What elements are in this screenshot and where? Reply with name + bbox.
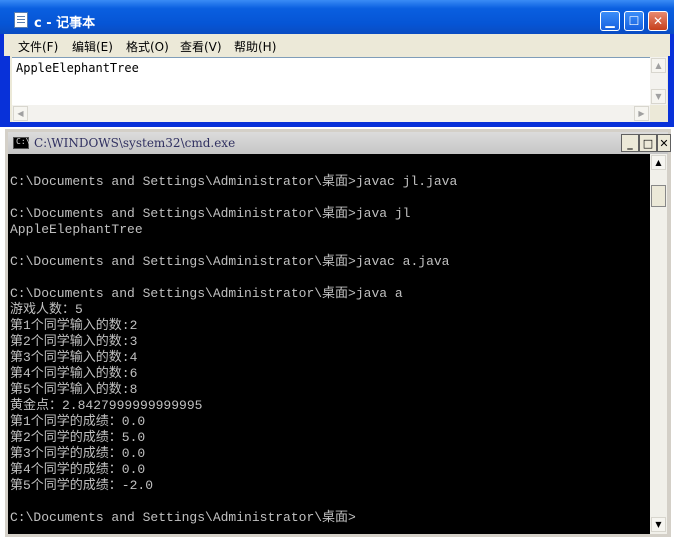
scroll-thumb[interactable] <box>651 185 666 207</box>
maximize-button[interactable]: ☐ <box>624 11 644 31</box>
console-line: 游戏人数：5 <box>10 302 83 317</box>
notepad-title: c - 记事本 <box>34 16 96 31</box>
console-line: C:\Documents and Settings\Administrator\… <box>10 254 450 269</box>
cmd-title: C:\WINDOWS\system32\cmd.exe <box>34 136 236 150</box>
cmd-close-button[interactable]: ✕ <box>657 134 671 152</box>
minimize-icon: ▁ <box>605 14 615 28</box>
scroll-down-icon[interactable]: ▼ <box>651 517 666 532</box>
console-line: 第1个同学的成绩：0.0 <box>10 414 146 429</box>
notepad-edit-area: AppleElephantTree ▲ ▼ ◀ ▶ <box>10 56 668 122</box>
scroll-left-icon[interactable]: ◀ <box>13 106 28 121</box>
cmd-window: C:\ C:\WINDOWS\system32\cmd.exe _ □ ✕ C:… <box>5 129 671 537</box>
maximize-icon: ☐ <box>628 14 640 28</box>
cmd-vertical-scrollbar[interactable]: ▲ ▼ <box>650 154 667 534</box>
cmd-maximize-button[interactable]: □ <box>639 134 657 152</box>
scroll-up-icon[interactable]: ▲ <box>651 58 666 73</box>
console-line: AppleElephantTree <box>10 222 143 237</box>
console-line: C:\Documents and Settings\Administrator\… <box>10 286 403 301</box>
menu-view[interactable]: 查看(V) <box>180 38 222 55</box>
console-output[interactable]: C:\Documents and Settings\Administrator\… <box>8 154 650 534</box>
notepad-titlebar[interactable]: c - 记事本 ▁ ☐ ✕ <box>0 0 674 34</box>
scroll-down-icon[interactable]: ▼ <box>651 89 666 104</box>
notepad-horizontal-scrollbar[interactable]: ◀ ▶ <box>12 105 650 122</box>
notepad-text-content: AppleElephantTree <box>16 61 139 75</box>
console-line: C:\Documents and Settings\Administrator\… <box>10 174 458 189</box>
console-line: 黄金点：2.8427999999999995 <box>10 398 203 413</box>
maximize-icon: □ <box>642 136 654 150</box>
menu-file[interactable]: 文件(F) <box>18 38 58 55</box>
notepad-window: c - 记事本 ▁ ☐ ✕ 文件(F) 编辑(E) 格式(O) 查看(V) 帮助… <box>0 0 674 127</box>
console-line: C:\Documents and Settings\Administrator\… <box>10 510 356 525</box>
console-line: 第5个同学的成绩：-2.0 <box>10 478 154 493</box>
cmd-minimize-button[interactable]: _ <box>621 134 639 152</box>
menu-edit[interactable]: 编辑(E) <box>72 38 113 55</box>
menu-format[interactable]: 格式(O) <box>126 38 169 55</box>
cmd-titlebar[interactable]: C:\ C:\WINDOWS\system32\cmd.exe _ □ ✕ <box>8 132 671 154</box>
minimize-button[interactable]: ▁ <box>600 11 620 31</box>
console-line: 第2个同学输入的数:3 <box>10 334 138 349</box>
notepad-vertical-scrollbar[interactable]: ▲ ▼ <box>650 57 667 105</box>
notepad-text-field[interactable]: AppleElephantTree <box>12 57 650 106</box>
console-line: 第2个同学的成绩：5.0 <box>10 430 146 445</box>
console-line: C:\Documents and Settings\Administrator\… <box>10 206 411 221</box>
console-line: 第4个同学输入的数:6 <box>10 366 138 381</box>
close-icon: ✕ <box>652 14 664 28</box>
notepad-icon <box>14 12 28 28</box>
console-line: 第4个同学的成绩：0.0 <box>10 462 146 477</box>
close-button[interactable]: ✕ <box>648 11 668 31</box>
minimize-icon: _ <box>627 136 633 150</box>
console-line: 第5个同学输入的数:8 <box>10 382 138 397</box>
menu-help[interactable]: 帮助(H) <box>234 38 276 55</box>
notepad-menubar: 文件(F) 编辑(E) 格式(O) 查看(V) 帮助(H) <box>4 34 670 56</box>
close-icon: ✕ <box>659 136 669 150</box>
console-line: 第3个同学输入的数:4 <box>10 350 138 365</box>
console-line: 第3个同学的成绩：0.0 <box>10 446 146 461</box>
cmd-icon: C:\ <box>13 137 30 149</box>
scroll-up-icon[interactable]: ▲ <box>651 155 666 170</box>
scroll-right-icon[interactable]: ▶ <box>634 106 649 121</box>
console-line: 第1个同学输入的数:2 <box>10 318 138 333</box>
